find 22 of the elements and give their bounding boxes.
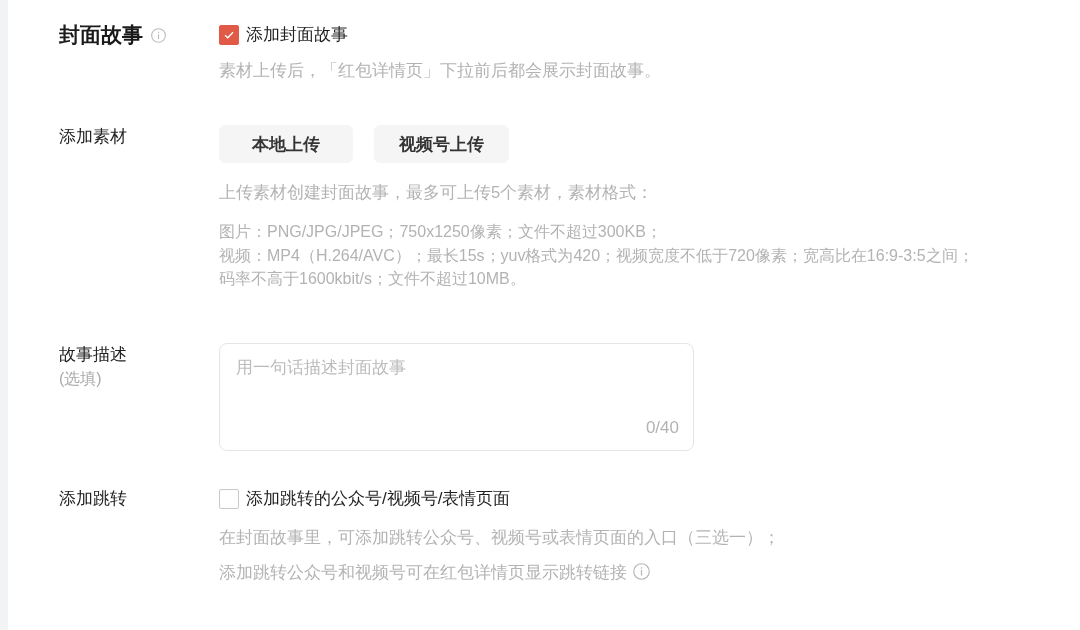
hint-text: 素材上传后，「红包详情页」下拉前后都会展示封面故事。	[219, 60, 661, 81]
checkbox[interactable]	[219, 488, 239, 509]
upload-button[interactable]: 本地上传	[219, 125, 353, 163]
checkbox-label[interactable]: 添加封面故事	[246, 23, 348, 47]
format-spec-text: 图片：PNG/JPG/JPEG；750x1250像素；文件不超过300KB；	[219, 222, 662, 242]
format-spec-text: 码率不高于1600kbit/s；文件不超过10MB。	[219, 269, 526, 289]
check-icon	[224, 31, 234, 39]
checkbox-label[interactable]: 添加跳转的公众号/视频号/表情页面	[246, 486, 511, 511]
char-counter: 0/40	[645, 416, 679, 439]
field-label: 故事描述	[59, 343, 127, 366]
field-label: 添加跳转	[59, 487, 127, 510]
format-spec-text: 视频：MP4（H.264/AVC）；最长15s；yuv格式为420；视频宽度不低于720像素；宽高比在16:9-3:5之间；	[219, 245, 974, 266]
info-icon[interactable]	[633, 563, 650, 580]
checkbox[interactable]	[219, 25, 239, 45]
hint-text: 上传素材创建封面故事，最多可上传5个素材，素材格式：	[219, 182, 654, 203]
hint-text: 在封面故事里，可添加跳转公众号、视频号或表情页面的入口（三选一）；	[219, 526, 780, 548]
optional-label: (选填)	[59, 368, 102, 389]
field-label: 添加素材	[59, 126, 127, 148]
section-title: 封面故事	[59, 22, 143, 48]
upload-button[interactable]: 视频号上传	[374, 125, 509, 163]
info-icon[interactable]	[151, 27, 166, 43]
hint-text: 添加跳转公众号和视频号可在红包详情页显示跳转链接	[219, 561, 627, 583]
